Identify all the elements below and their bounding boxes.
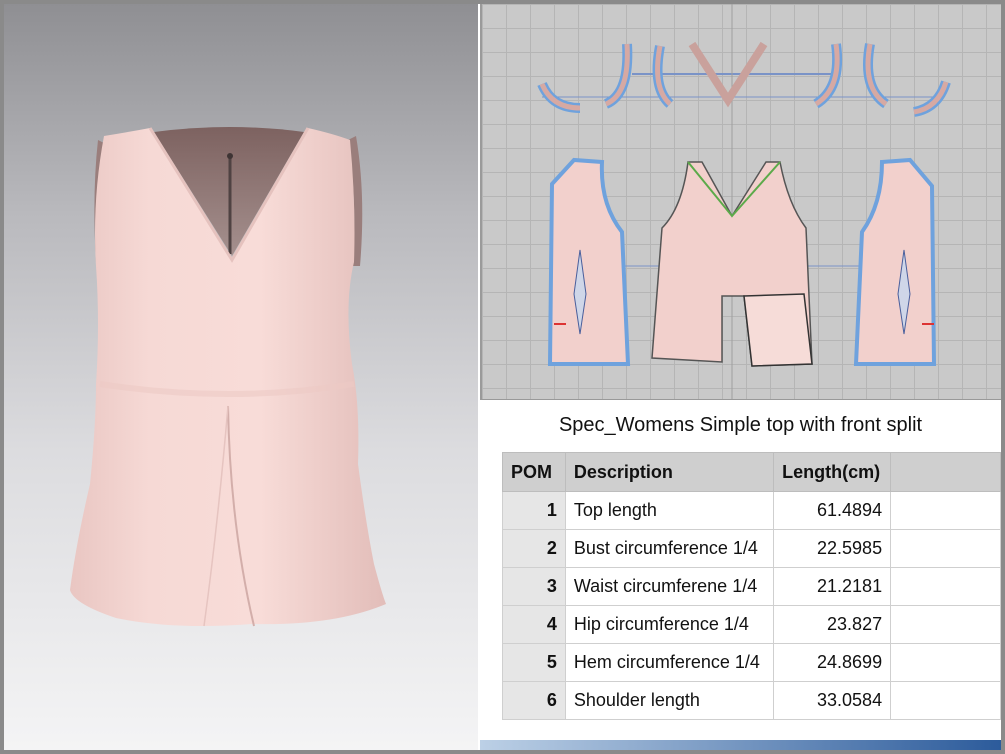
header-pom: POM — [502, 452, 566, 492]
pom-cell: 5 — [502, 643, 566, 682]
empty-cell — [890, 605, 1001, 644]
zipper-pull — [227, 153, 233, 159]
table-row: 4 Hip circumference 1/4 23.827 — [502, 605, 1001, 644]
pom-cell: 6 — [502, 681, 566, 720]
table-row: 3 Waist circumferene 1/4 21.2181 — [502, 567, 1001, 606]
back-right-piece — [853, 157, 937, 366]
pattern-pieces — [537, 4, 951, 399]
length-cell: 61.4894 — [773, 491, 892, 530]
empty-cell — [890, 643, 1001, 682]
bottom-accent-bar — [480, 740, 1001, 750]
header-length: Length(cm) — [773, 452, 892, 492]
table-row: 5 Hem circumference 1/4 24.8699 — [502, 643, 1001, 682]
garment-3d-viewport[interactable] — [4, 4, 478, 750]
header-description: Description — [564, 452, 775, 492]
length-cell: 23.827 — [773, 605, 892, 644]
pom-cell: 4 — [502, 605, 566, 644]
front-split-panel — [743, 293, 813, 367]
back-left-piece — [547, 157, 631, 366]
pom-cell: 3 — [502, 567, 566, 606]
pom-cell: 2 — [502, 529, 566, 568]
length-cell: 22.5985 — [773, 529, 892, 568]
spec-sheet: Spec_Womens Simple top with front split … — [480, 400, 1001, 750]
description-cell: Top length — [564, 491, 775, 530]
empty-cell — [890, 491, 1001, 530]
empty-cell — [890, 681, 1001, 720]
header-empty — [890, 452, 1001, 492]
description-cell: Shoulder length — [564, 681, 775, 720]
empty-cell — [890, 529, 1001, 568]
pattern-window[interactable] — [480, 4, 1001, 400]
pom-cell: 1 — [502, 491, 566, 530]
length-cell: 33.0584 — [773, 681, 892, 720]
facing-pieces — [537, 41, 951, 117]
table-row: 1 Top length 61.4894 — [502, 491, 1001, 530]
description-cell: Hip circumference 1/4 — [564, 605, 775, 644]
empty-cell — [890, 567, 1001, 606]
spec-header-row: POM Description Length(cm) — [502, 452, 1001, 492]
length-cell: 21.2181 — [773, 567, 892, 606]
description-cell: Hem circumference 1/4 — [564, 643, 775, 682]
spec-title: Spec_Womens Simple top with front split — [558, 414, 923, 436]
description-cell: Bust circumference 1/4 — [564, 529, 775, 568]
description-cell: Waist circumferene 1/4 — [564, 567, 775, 606]
table-row: 6 Shoulder length 33.0584 — [502, 681, 1001, 720]
garment-3d-render — [70, 127, 386, 627]
spec-table: POM Description Length(cm) 1 Top length … — [502, 452, 1001, 720]
length-cell: 24.8699 — [773, 643, 892, 682]
table-row: 2 Bust circumference 1/4 22.5985 — [502, 529, 1001, 568]
app-frame: Spec_Womens Simple top with front split … — [0, 0, 1005, 754]
